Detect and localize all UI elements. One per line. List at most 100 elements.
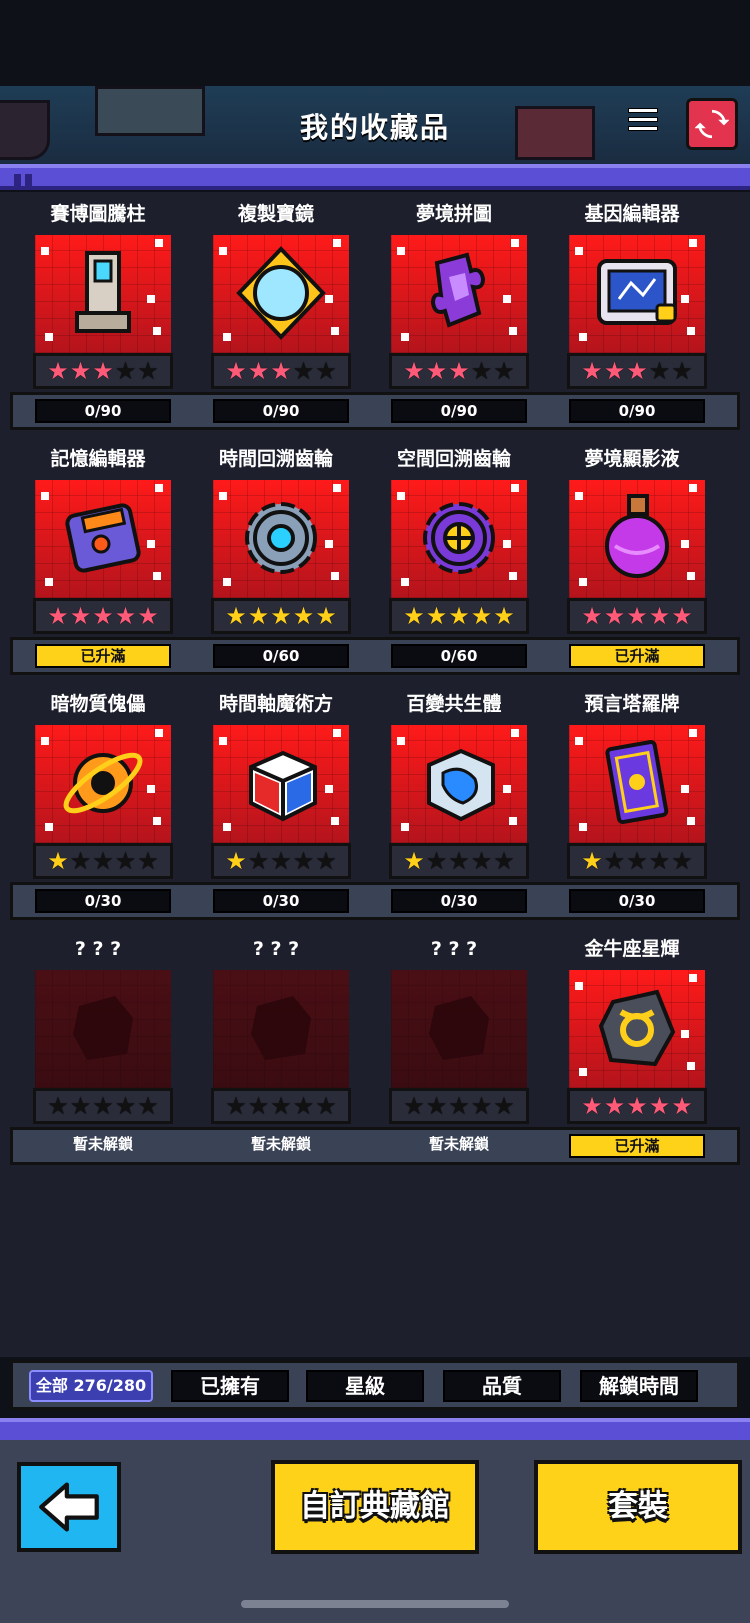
filter-quality-button[interactable]: 品質 [443,1370,561,1402]
star-icon: ★ [425,357,448,385]
star-icon: ★ [292,357,315,385]
sparkle-decoration [397,492,405,500]
sparkle-decoration [155,729,163,737]
progress-label: 0/30 [391,889,527,913]
sparkle-decoration [45,823,53,831]
item-name: 百變共生體 [406,693,502,715]
filter-unlock-time-button[interactable]: 解鎖時間 [580,1370,698,1402]
collection-item[interactable]: 百變共生體 ★ ★ ★ ★ ★ 0/30 [364,689,544,934]
blue-gear-icon [245,502,317,574]
filter-all-button[interactable]: 全部 276/280 [29,1370,153,1402]
star-icon: ★ [137,602,159,630]
collection-item[interactable]: ? ? ? ★ ★ ★ ★ ★ 暫未解鎖 [186,934,366,1179]
sparkle-decoration [575,247,583,255]
star-icon: ★ [270,357,292,385]
collection-item[interactable]: 複製寶鏡 ★ ★ ★ ★ ★ 0/90 [186,199,366,444]
collection-item[interactable]: ? ? ? ★ ★ ★ ★ ★ 暫未解鎖 [364,934,544,1179]
star-icon: ★ [425,847,448,875]
home-indicator[interactable] [241,1600,509,1608]
sparkle-decoration [41,492,49,500]
star-rating: ★ ★ ★ ★ ★ [211,353,351,389]
star-icon: ★ [92,602,114,630]
collection-row: 賽博圖騰柱 ★ ★ ★ ★ ★ 0/90 複製寶鏡 ★ ★ ★ ★ ★ 0/90 夢境拼圖 ★ ★ ★ ★ ★ 0/90… [0,199,750,444]
sparkle-decoration [331,817,339,825]
custom-museum-button[interactable]: 自訂典藏館 [271,1460,479,1554]
bottom-bar: 自訂典藏館 套裝 [0,1440,750,1623]
sparkle-decoration [153,817,161,825]
star-icon: ★ [581,1092,603,1120]
star-icon: ★ [648,357,671,385]
star-icon: ★ [493,357,515,385]
item-art [569,480,705,598]
star-icon: ★ [137,357,159,385]
sparkle-decoration [397,247,405,255]
star-icon: ★ [137,1092,159,1120]
star-icon: ★ [581,847,603,875]
mirror-icon [236,246,326,340]
star-icon: ★ [626,602,648,630]
star-icon: ★ [247,847,270,875]
filter-owned-button[interactable]: 已擁有 [171,1370,289,1402]
progress-label: 0/90 [35,399,171,423]
star-icon: ★ [448,847,470,875]
locked-shape-icon [429,996,489,1060]
collection-item[interactable]: ★★★★★0/30 [8,192,188,199]
collection-grid[interactable]: ★★★★★0/30★★★★★0/30★★★★★0/30★★★★★0/60賽博圖騰… [0,192,750,1357]
back-button[interactable] [17,1462,121,1552]
symbiote-cube-icon [427,748,495,822]
sparkle-decoration [333,484,341,492]
collection-item[interactable]: 預言塔羅牌 ★ ★ ★ ★ ★ 0/30 [542,689,722,934]
sparkle-decoration [509,327,517,335]
item-name: 空間回溯齒輪 [396,448,511,470]
sparkle-decoration [687,1062,695,1070]
star-icon: ★ [225,602,247,630]
collection-item[interactable]: 暗物質傀儡 ★ ★ ★ ★ ★ 0/30 [8,689,188,934]
refresh-icon[interactable] [686,98,738,150]
item-name: 夢境顯影液 [584,448,680,470]
set-button[interactable]: 套裝 [534,1460,742,1554]
collection-item[interactable]: 夢境拼圖 ★ ★ ★ ★ ★ 0/90 [364,199,544,444]
star-icon: ★ [292,847,315,875]
collection-item[interactable]: 時間回溯齒輪 ★ ★ ★ ★ ★ 0/60 [186,444,366,689]
star-icon: ★ [603,1092,626,1120]
item-art [391,480,527,598]
star-icon: ★ [69,847,92,875]
collection-item[interactable]: 賽博圖騰柱 ★ ★ ★ ★ ★ 0/90 [8,199,188,444]
taurus-emblem-icon [598,989,676,1067]
star-icon: ★ [626,357,648,385]
item-art [569,235,705,353]
collection-item[interactable]: 夢境顯影液 ★ ★ ★ ★ ★ 已升滿 [542,444,722,689]
collection-item[interactable]: ★★★★★0/60 [542,192,722,199]
sparkle-decoration [509,817,517,825]
sparkle-decoration [223,578,231,586]
item-name: 夢境拼圖 [415,203,492,225]
sparkle-decoration [689,974,697,982]
sparkle-decoration [401,578,409,586]
star-icon: ★ [114,602,137,630]
star-icon: ★ [493,602,515,630]
item-art [35,480,171,598]
item-name: 基因編輯器 [584,203,680,225]
star-icon: ★ [292,602,315,630]
collection-item[interactable]: 空間回溯齒輪 ★ ★ ★ ★ ★ 0/60 [364,444,544,689]
item-name: 賽博圖騰柱 [50,203,146,225]
collection-item[interactable]: 時間軸魔術方 ★ ★ ★ ★ ★ 0/30 [186,689,366,934]
list-icon[interactable] [628,108,658,138]
filter-star-button[interactable]: 星級 [306,1370,424,1402]
collection-item[interactable]: 金牛座星輝 ★ ★ ★ ★ ★ 已升滿 [542,934,722,1179]
collection-item[interactable]: ? ? ? ★ ★ ★ ★ ★ 暫未解鎖 [8,934,188,1179]
collection-item[interactable]: 記憶編輯器 ★ ★ ★ ★ ★ 已升滿 [8,444,188,689]
filter-bar: 全部 276/280 已擁有 星級 品質 解鎖時間 [10,1360,740,1410]
star-icon: ★ [47,1092,69,1120]
star-icon: ★ [470,357,493,385]
sparkle-decoration [689,239,697,247]
sparkle-decoration [401,823,409,831]
item-art [35,970,171,1088]
header: 我的收藏品 [0,86,750,166]
puzzle-piece-icon [430,252,486,328]
collection-item[interactable]: 基因編輯器 ★ ★ ★ ★ ★ 0/90 [542,199,722,444]
locked-shape-icon [251,996,311,1060]
collection-item[interactable]: ★★★★★0/30 [186,192,366,199]
collection-item[interactable]: ★★★★★0/30 [364,192,544,199]
sparkle-decoration [155,484,163,492]
